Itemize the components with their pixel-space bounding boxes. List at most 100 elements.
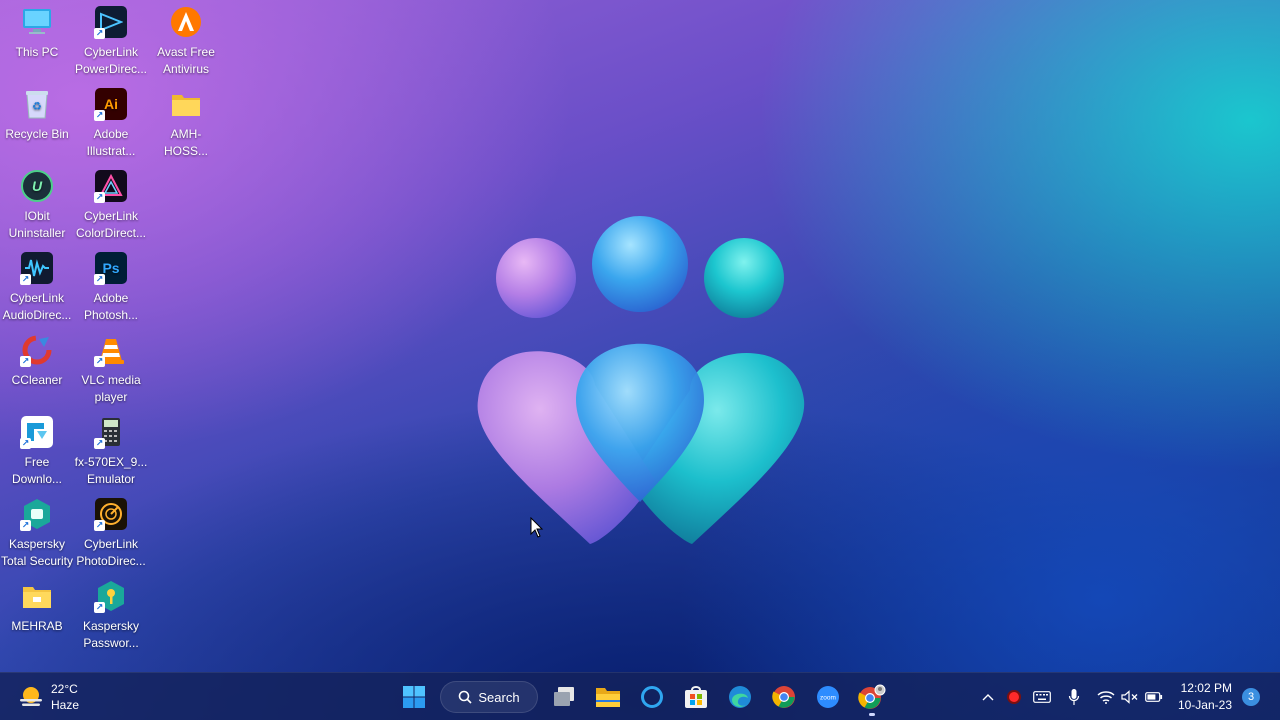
ccleaner-icon: ↗: [20, 334, 53, 367]
free-download-manager-icon: ↗: [20, 416, 53, 449]
desktop-icon-label: Recycle Bin: [5, 127, 69, 141]
file-explorer-button[interactable]: [588, 677, 628, 717]
kaspersky-password-manager-icon: ↗: [94, 580, 127, 613]
desktop-icon-label: Avast Free Antivirus: [157, 45, 215, 76]
desktop-icon-cyberlink-photodirector[interactable]: ↗ CyberLink PhotoDirec...: [74, 494, 148, 574]
folder-icon: [170, 88, 202, 120]
desktop-icon-mehrab[interactable]: MEHRAB: [0, 576, 74, 656]
taskbar-clock[interactable]: 12:02 PM 10-Jan-23: [1176, 680, 1232, 714]
windows-start-icon: [403, 686, 425, 708]
adobe-illustrator-icon: Ai ↗: [94, 88, 127, 121]
chevron-up-icon[interactable]: [976, 685, 1000, 709]
photoshop-glyph: Ps: [102, 259, 120, 276]
cyberlink-photodirector-icon: ↗: [94, 498, 127, 531]
weather-widget[interactable]: 22°C Haze: [18, 681, 79, 713]
desktop-icon-label: Kaspersky Total Security: [0, 537, 74, 568]
system-tray: 12:02 PM 10-Jan-23 3: [976, 677, 1280, 717]
recycle-bin-icon: ♻: [21, 88, 53, 120]
mouse-cursor-icon: [530, 517, 544, 538]
desktop-icon-label: Adobe Illustrat...: [86, 127, 136, 158]
desktop-icon-calculator-emulator[interactable]: ↗ fx-570EX_9... Emulator: [74, 412, 148, 492]
desktop-icon-free-download-manager[interactable]: ↗ Free Downlo...: [0, 412, 74, 492]
chrome-profile-button[interactable]: [852, 677, 892, 717]
desktop-icon-label: Free Downlo...: [11, 455, 63, 486]
avast-icon: [170, 6, 202, 38]
desktop-icon-label: Adobe Photosh...: [83, 291, 139, 322]
adobe-photoshop-icon: Ps ↗: [94, 252, 127, 285]
file-explorer-icon: [596, 688, 620, 707]
svg-text:zoom: zoom: [820, 695, 836, 702]
wifi-icon[interactable]: [1094, 685, 1118, 709]
desktop-icon-kaspersky-total-security[interactable]: ↗ Kaspersky Total Security: [0, 494, 74, 574]
keyboard-icon[interactable]: [1030, 685, 1054, 709]
cyberlink-audiodirector-icon: ↗: [20, 252, 53, 285]
desktop-icon-label: Kaspersky Passwor...: [82, 619, 140, 650]
battery-icon[interactable]: [1142, 685, 1166, 709]
microsoft-store-button[interactable]: [676, 677, 716, 717]
taskbar-apps: Search zoom: [392, 677, 894, 717]
calculator-emulator-icon: ↗: [94, 416, 127, 449]
search-label: Search: [478, 689, 520, 705]
desktop-icon-this-pc[interactable]: This PC: [0, 2, 74, 82]
vlc-icon: ↗: [94, 334, 127, 367]
desktop-icon-iobit-uninstaller[interactable]: U IObit Uninstaller: [0, 166, 74, 246]
desktop-icon-label: IObit Uninstaller: [8, 209, 66, 240]
desktop-icon-cyberlink-colordirector[interactable]: ↗ CyberLink ColorDirect...: [74, 166, 148, 246]
desktop-icon-avast[interactable]: Avast Free Antivirus: [149, 2, 223, 82]
chrome-button[interactable]: [764, 677, 804, 717]
task-view-icon: [554, 687, 574, 706]
clock-date: 10-Jan-23: [1177, 698, 1232, 712]
weather-condition: Haze: [51, 698, 80, 712]
taskbar: 22°C Haze Search zoom 12:02 PM 10-Jan-23…: [0, 672, 1280, 720]
desktop-icon-label: CyberLink AudioDirec...: [2, 291, 72, 322]
desktop-icon-label: AMH-HOSS...: [163, 127, 208, 158]
cortana-button[interactable]: [632, 677, 672, 717]
desktop-icon-ccleaner[interactable]: ↗ CCleaner: [0, 330, 74, 410]
wallpaper-people-logo: [477, 216, 805, 544]
desktop-icon-label: fx-570EX_9... Emulator: [74, 455, 148, 486]
edge-button[interactable]: [720, 677, 760, 717]
desktop-icon-recycle-bin[interactable]: ♻ Recycle Bin: [0, 84, 74, 164]
search-icon: [459, 690, 472, 704]
microphone-icon[interactable]: [1062, 685, 1086, 709]
taskbar-search[interactable]: Search: [440, 681, 538, 713]
running-indicator: [869, 713, 875, 716]
notification-badge[interactable]: 3: [1242, 688, 1260, 706]
chrome-profile-icon: [858, 684, 886, 709]
cortana-icon: [641, 686, 663, 708]
cyberlink-powerdirector-icon: ↗: [94, 6, 127, 39]
volume-muted-icon[interactable]: [1118, 685, 1142, 709]
task-view-button[interactable]: [544, 677, 584, 717]
chrome-icon: [772, 686, 795, 708]
record-icon[interactable]: [1002, 685, 1026, 709]
desktop-icon-label: CyberLink ColorDirect...: [75, 209, 146, 240]
illustrator-glyph: Ai: [104, 95, 118, 112]
desktop-icon-adobe-photoshop[interactable]: Ps ↗ Adobe Photosh...: [74, 248, 148, 328]
edge-icon: [729, 686, 751, 708]
zoom-icon: zoom: [817, 686, 839, 708]
iobit-uninstaller-icon: U: [21, 170, 53, 202]
desktop-icon-label: CCleaner: [11, 373, 63, 387]
kaspersky-total-security-icon: ↗: [20, 498, 53, 531]
weather-temperature: 22°C: [51, 682, 78, 696]
desktop-icon-amh-hoss-folder[interactable]: AMH-HOSS...: [149, 84, 223, 164]
zoom-button[interactable]: zoom: [808, 677, 848, 717]
drive-folder-icon: [21, 580, 53, 612]
desktop-icon-label: VLC media player: [81, 373, 141, 404]
microsoft-store-icon: [685, 686, 707, 708]
clock-time: 12:02 PM: [1180, 681, 1232, 695]
desktop-icon-cyberlink-powerdirector[interactable]: ↗ CyberLink PowerDirec...: [74, 2, 148, 82]
start-button[interactable]: [394, 677, 434, 717]
desktop-icon-cyberlink-audiodirector[interactable]: ↗ CyberLink AudioDirec...: [0, 248, 74, 328]
weather-haze-icon: [20, 687, 42, 706]
desktop-icon-adobe-illustrator[interactable]: Ai ↗ Adobe Illustrat...: [74, 84, 148, 164]
desktop-icon-label: This PC: [15, 45, 59, 59]
desktop-icon-label: MEHRAB: [11, 619, 63, 633]
this-pc-icon: [21, 6, 53, 38]
desktop-icon-kaspersky-password-manager[interactable]: ↗ Kaspersky Passwor...: [74, 576, 148, 656]
desktop-icon-label: CyberLink PhotoDirec...: [76, 537, 146, 568]
desktop-icon-label: CyberLink PowerDirec...: [74, 45, 148, 76]
desktop-icon-vlc[interactable]: ↗ VLC media player: [74, 330, 148, 410]
cyberlink-colordirector-icon: ↗: [94, 170, 127, 203]
svg-text:♻: ♻: [32, 101, 42, 113]
